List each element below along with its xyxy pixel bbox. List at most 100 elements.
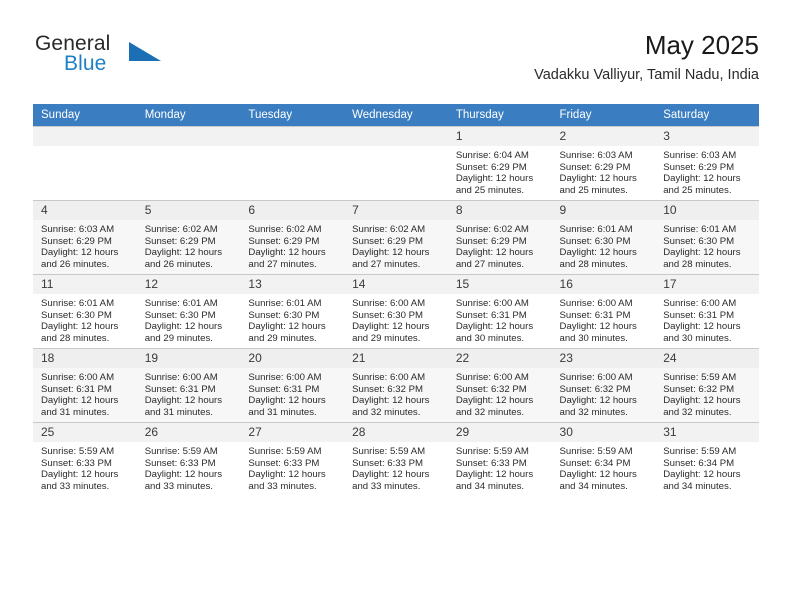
day-number: 7 bbox=[344, 201, 448, 220]
sunset-text: Sunset: 6:29 PM bbox=[144, 235, 216, 247]
calendar-day-cell[interactable]: 1 Sunrise: 6:04 AM Sunset: 6:29 PM Daylight… bbox=[447, 126, 552, 200]
day-number bbox=[136, 127, 241, 146]
daylight-text: and 26 minutes. bbox=[144, 258, 213, 270]
daylight-text: Daylight: 12 hours bbox=[352, 247, 430, 259]
day-details bbox=[240, 146, 344, 150]
sunset-text: Sunset: 6:31 PM bbox=[663, 309, 735, 321]
calendar-day-cell[interactable]: 16 Sunrise: 6:00 AM Sunset: 6:31 PM Dayligh… bbox=[551, 274, 656, 348]
daylight-text: and 29 minutes. bbox=[248, 332, 317, 344]
day-number: 18 bbox=[33, 349, 137, 368]
calendar-day-cell[interactable]: 18 Sunrise: 6:00 AM Sunset: 6:31 PM Dayligh… bbox=[33, 348, 137, 422]
logo-triangle-icon bbox=[129, 42, 161, 61]
daylight-text: and 27 minutes. bbox=[248, 258, 317, 270]
calendar-day-cell[interactable]: 10 Sunrise: 6:01 AM Sunset: 6:30 PM Dayligh… bbox=[655, 200, 759, 274]
calendar-day-cell[interactable]: 19 Sunrise: 6:00 AM Sunset: 6:31 PM Dayligh… bbox=[136, 348, 241, 422]
daylight-text: Daylight: 12 hours bbox=[144, 395, 223, 407]
calendar-cell-inner bbox=[344, 126, 448, 200]
day-details: Sunrise: 6:02 AM Sunset: 6:29 PM Daylight:… bbox=[240, 220, 344, 270]
sunrise-text: Sunrise: 6:00 AM bbox=[559, 372, 633, 383]
calendar-cell-empty bbox=[136, 126, 241, 200]
day-number bbox=[33, 127, 137, 146]
calendar-day-cell[interactable]: 13 Sunrise: 6:01 AM Sunset: 6:30 PM Dayligh… bbox=[240, 274, 345, 348]
general-blue-logo[interactable]: General Blue bbox=[33, 32, 203, 88]
calendar-day-cell[interactable]: 8 Sunrise: 6:02 AM Sunset: 6:29 PM Daylight… bbox=[447, 200, 552, 274]
calendar-header-row: Sunday Monday Tuesday Wednesday Thursday Frid… bbox=[33, 104, 759, 126]
calendar-cell-inner: 13 Sunrise: 6:01 AM Sunset: 6:30 PM Dayligh… bbox=[240, 274, 345, 348]
calendar-day-cell[interactable]: 6 Sunrise: 6:02 AM Sunset: 6:29 PM Daylight… bbox=[240, 200, 345, 274]
daylight-text: and 28 minutes. bbox=[41, 332, 110, 344]
calendar-day-cell[interactable]: 23 Sunrise: 6:00 AM Sunset: 6:32 PM Dayligh… bbox=[551, 348, 656, 422]
sunrise-text: Sunrise: 6:01 AM bbox=[248, 298, 322, 309]
day-number: 6 bbox=[240, 201, 345, 220]
sunrise-text: Sunrise: 6:00 AM bbox=[455, 298, 529, 309]
calendar-week-row: 25 Sunrise: 5:59 AM Sunset: 6:33 PM Dayligh… bbox=[33, 422, 759, 496]
sunset-text: Sunset: 6:30 PM bbox=[663, 235, 735, 247]
sunset-text: Sunset: 6:29 PM bbox=[663, 161, 735, 173]
day-details: Sunrise: 5:59 AM Sunset: 6:34 PM Daylight:… bbox=[552, 442, 656, 492]
daylight-text: Daylight: 12 hours bbox=[41, 247, 119, 259]
calendar-week-row: 4 Sunrise: 6:03 AM Sunset: 6:29 PM Daylight… bbox=[33, 200, 759, 274]
calendar-cell-inner: 26 Sunrise: 5:59 AM Sunset: 6:33 PM Dayligh… bbox=[136, 422, 241, 496]
sunrise-text: Sunrise: 6:02 AM bbox=[248, 224, 322, 235]
daylight-text: Daylight: 12 hours bbox=[455, 173, 534, 185]
calendar-day-cell[interactable]: 3 Sunrise: 6:03 AM Sunset: 6:29 PM Daylight… bbox=[655, 126, 759, 200]
daylight-text: and 25 minutes. bbox=[663, 184, 732, 196]
calendar-day-cell[interactable]: 21 Sunrise: 6:00 AM Sunset: 6:32 PM Dayligh… bbox=[344, 348, 448, 422]
day-number: 3 bbox=[655, 127, 759, 146]
day-details: Sunrise: 6:00 AM Sunset: 6:30 PM Daylight:… bbox=[344, 294, 448, 344]
weekday-header-thursday: Thursday bbox=[447, 104, 552, 126]
calendar-day-cell[interactable]: 2 Sunrise: 6:03 AM Sunset: 6:29 PM Daylight… bbox=[551, 126, 656, 200]
day-details: Sunrise: 6:03 AM Sunset: 6:29 PM Daylight:… bbox=[33, 220, 137, 270]
weekday-header-saturday: Saturday bbox=[655, 104, 759, 126]
day-details: Sunrise: 6:01 AM Sunset: 6:30 PM Daylight:… bbox=[33, 294, 137, 344]
calendar-day-cell[interactable]: 12 Sunrise: 6:01 AM Sunset: 6:30 PM Dayligh… bbox=[136, 274, 241, 348]
sunset-text: Sunset: 6:31 PM bbox=[248, 383, 320, 395]
calendar-day-cell[interactable]: 15 Sunrise: 6:00 AM Sunset: 6:31 PM Dayligh… bbox=[447, 274, 552, 348]
sunrise-text: Sunrise: 5:59 AM bbox=[455, 446, 529, 457]
calendar-day-cell[interactable]: 20 Sunrise: 6:00 AM Sunset: 6:31 PM Dayligh… bbox=[240, 348, 345, 422]
daylight-text: and 32 minutes. bbox=[559, 406, 628, 418]
sunset-text: Sunset: 6:29 PM bbox=[455, 161, 527, 173]
sunset-text: Sunset: 6:33 PM bbox=[41, 457, 112, 469]
calendar-day-cell[interactable]: 22 Sunrise: 6:00 AM Sunset: 6:32 PM Dayligh… bbox=[447, 348, 552, 422]
daylight-text: Daylight: 12 hours bbox=[455, 321, 534, 333]
calendar-page: General Blue May 2025 Vadakku Valliyur, … bbox=[0, 0, 792, 612]
sunset-text: Sunset: 6:30 PM bbox=[559, 235, 631, 247]
daylight-text: and 34 minutes. bbox=[455, 480, 525, 492]
calendar-day-cell[interactable]: 26 Sunrise: 5:59 AM Sunset: 6:33 PM Dayligh… bbox=[136, 422, 241, 496]
calendar-cell-inner: 15 Sunrise: 6:00 AM Sunset: 6:31 PM Dayligh… bbox=[447, 274, 552, 348]
page-title: May 2025 bbox=[644, 30, 759, 60]
daylight-text: and 31 minutes. bbox=[144, 406, 213, 418]
calendar-cell-inner: 4 Sunrise: 6:03 AM Sunset: 6:29 PM Daylight… bbox=[33, 200, 137, 274]
day-details: Sunrise: 6:02 AM Sunset: 6:29 PM Daylight:… bbox=[137, 220, 241, 270]
day-details: Sunrise: 6:00 AM Sunset: 6:31 PM Daylight:… bbox=[137, 368, 241, 418]
calendar-day-cell[interactable]: 27 Sunrise: 5:59 AM Sunset: 6:33 PM Dayligh… bbox=[240, 422, 345, 496]
calendar-day-cell[interactable]: 5 Sunrise: 6:02 AM Sunset: 6:29 PM Daylight… bbox=[136, 200, 241, 274]
calendar-cell-inner bbox=[136, 126, 241, 200]
calendar-day-cell[interactable]: 28 Sunrise: 5:59 AM Sunset: 6:33 PM Dayligh… bbox=[344, 422, 448, 496]
day-details: Sunrise: 6:04 AM Sunset: 6:29 PM Daylight:… bbox=[448, 146, 552, 196]
calendar-day-cell[interactable]: 14 Sunrise: 6:00 AM Sunset: 6:30 PM Dayligh… bbox=[344, 274, 448, 348]
calendar-day-cell[interactable]: 7 Sunrise: 6:02 AM Sunset: 6:29 PM Daylight… bbox=[344, 200, 448, 274]
daylight-text: Daylight: 12 hours bbox=[455, 469, 534, 481]
calendar-day-cell[interactable]: 9 Sunrise: 6:01 AM Sunset: 6:30 PM Daylight… bbox=[551, 200, 656, 274]
calendar-day-cell[interactable]: 24 Sunrise: 5:59 AM Sunset: 6:32 PM Dayligh… bbox=[655, 348, 759, 422]
daylight-text: Daylight: 12 hours bbox=[663, 469, 741, 481]
calendar-day-cell[interactable]: 17 Sunrise: 6:00 AM Sunset: 6:31 PM Dayligh… bbox=[655, 274, 759, 348]
calendar-day-cell[interactable]: 30 Sunrise: 5:59 AM Sunset: 6:34 PM Dayligh… bbox=[551, 422, 656, 496]
calendar-cell-inner: 22 Sunrise: 6:00 AM Sunset: 6:32 PM Dayligh… bbox=[447, 348, 552, 422]
weekday-header-monday: Monday bbox=[136, 104, 241, 126]
day-details: Sunrise: 5:59 AM Sunset: 6:33 PM Daylight:… bbox=[137, 442, 241, 492]
daylight-text: Daylight: 12 hours bbox=[559, 469, 637, 481]
daylight-text: and 33 minutes. bbox=[248, 480, 317, 492]
calendar-cell-inner: 6 Sunrise: 6:02 AM Sunset: 6:29 PM Daylight… bbox=[240, 200, 345, 274]
calendar-day-cell[interactable]: 29 Sunrise: 5:59 AM Sunset: 6:33 PM Dayligh… bbox=[447, 422, 552, 496]
sunset-text: Sunset: 6:31 PM bbox=[559, 309, 631, 321]
calendar-cell-inner: 30 Sunrise: 5:59 AM Sunset: 6:34 PM Dayligh… bbox=[551, 422, 656, 496]
calendar-day-cell[interactable]: 11 Sunrise: 6:01 AM Sunset: 6:30 PM Dayligh… bbox=[33, 274, 137, 348]
day-number: 8 bbox=[447, 201, 552, 220]
calendar-day-cell[interactable]: 25 Sunrise: 5:59 AM Sunset: 6:33 PM Dayligh… bbox=[33, 422, 137, 496]
calendar-day-cell[interactable]: 31 Sunrise: 5:59 AM Sunset: 6:34 PM Dayligh… bbox=[655, 422, 759, 496]
sunrise-text: Sunrise: 6:00 AM bbox=[352, 372, 426, 383]
calendar-day-cell[interactable]: 4 Sunrise: 6:03 AM Sunset: 6:29 PM Daylight… bbox=[33, 200, 137, 274]
